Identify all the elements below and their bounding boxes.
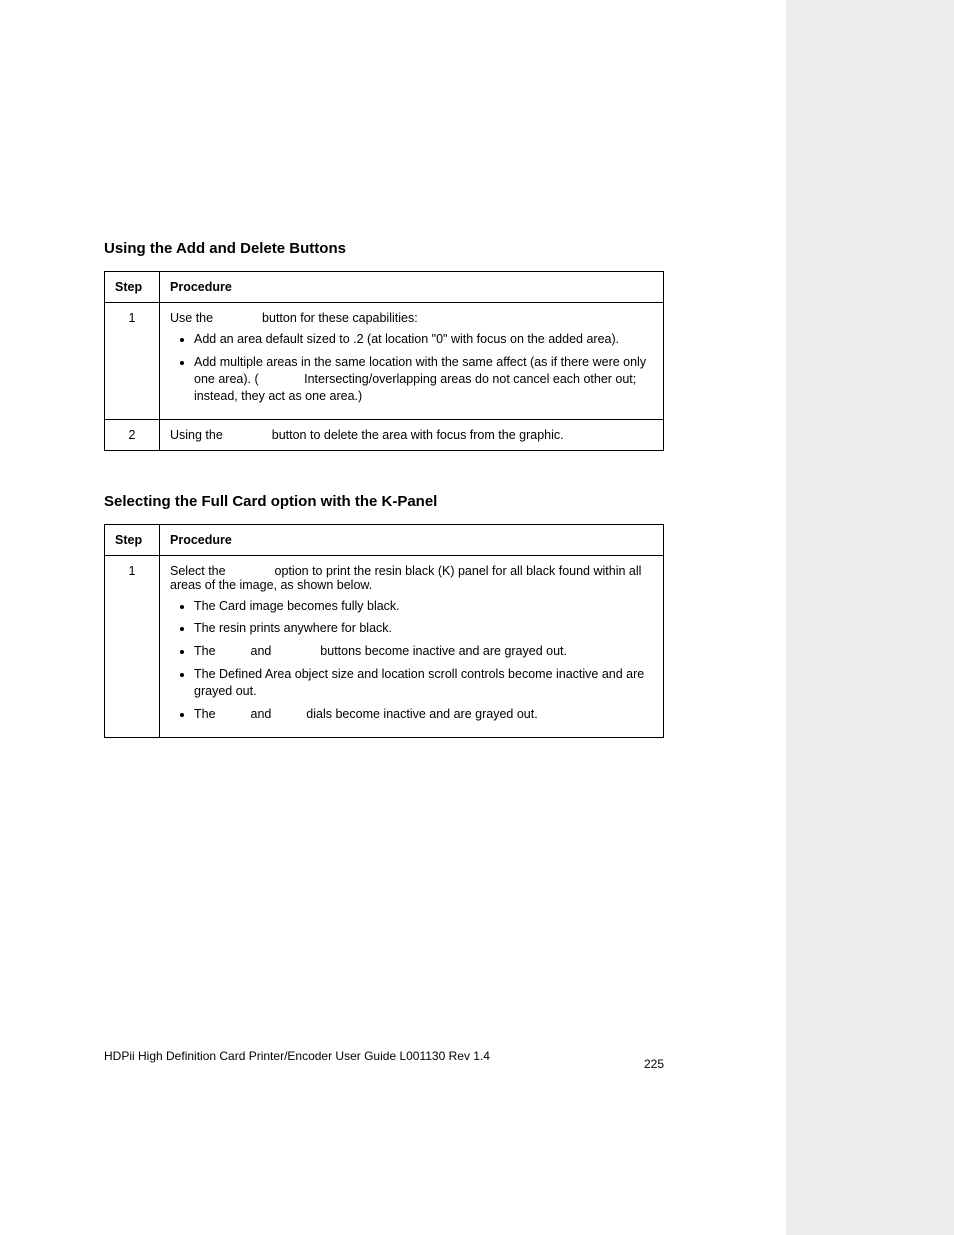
list-item: The Card image becomes fully black. [194, 598, 653, 615]
text: The [194, 707, 219, 721]
step-number: 1 [105, 303, 160, 420]
bullet-list: The Card image becomes fully black. The … [170, 598, 653, 723]
right-margin-band [786, 0, 954, 1235]
text: and [247, 644, 275, 658]
step-procedure: Select the option to print the resin bla… [160, 555, 664, 737]
text: option to print the resin black (K) pane… [170, 564, 641, 592]
table-row: 1 Use the button for these capabilities:… [105, 303, 664, 420]
step-number: 1 [105, 555, 160, 737]
col-header-step: Step [105, 272, 160, 303]
table-row: 1 Select the option to print the resin b… [105, 555, 664, 737]
section2-title: Selecting the Full Card option with the … [104, 493, 664, 510]
text: button for these capabilities: [259, 311, 418, 325]
step-number: 2 [105, 419, 160, 450]
col-header-step: Step [105, 524, 160, 555]
text: Using the [170, 428, 226, 442]
text: buttons become inactive and are grayed o… [317, 644, 567, 658]
page-number: 225 [644, 1057, 664, 1071]
step-procedure: Use the button for these capabilities: A… [160, 303, 664, 420]
list-item: The Defined Area object size and locatio… [194, 666, 653, 700]
text: button to delete the area with focus fro… [268, 428, 563, 442]
bullet-list: Add an area default sized to .2 (at loca… [170, 331, 653, 405]
text: Use the [170, 311, 217, 325]
text: and [247, 707, 275, 721]
step-procedure: Using the button to delete the area with… [160, 419, 664, 450]
list-item: Add multiple areas in the same location … [194, 354, 653, 405]
section2-table: Step Procedure 1 Select the option to pr… [104, 524, 664, 738]
text: The [194, 644, 219, 658]
content-area: Using the Add and Delete Buttons Step Pr… [104, 210, 664, 738]
text: Select the [170, 564, 229, 578]
footer-doc-title: HDPii High Definition Card Printer/Encod… [104, 1049, 490, 1063]
table-header-row: Step Procedure [105, 272, 664, 303]
table-row: 2 Using the button to delete the area wi… [105, 419, 664, 450]
text: dials become inactive and are grayed out… [303, 707, 538, 721]
col-header-procedure: Procedure [160, 524, 664, 555]
section1-title: Using the Add and Delete Buttons [104, 240, 664, 257]
list-item: Add an area default sized to .2 (at loca… [194, 331, 653, 348]
list-item: The and buttons become inactive and are … [194, 643, 653, 660]
section1-table: Step Procedure 1 Use the button for thes… [104, 271, 664, 451]
list-item: The and dials become inactive and are gr… [194, 706, 653, 723]
list-item: The resin prints anywhere for black. [194, 620, 653, 637]
table-header-row: Step Procedure [105, 524, 664, 555]
page: Using the Add and Delete Buttons Step Pr… [0, 0, 954, 1235]
text: Intersecting/overlapping areas do not ca… [194, 372, 636, 403]
col-header-procedure: Procedure [160, 272, 664, 303]
page-footer: HDPii High Definition Card Printer/Encod… [104, 1049, 664, 1063]
